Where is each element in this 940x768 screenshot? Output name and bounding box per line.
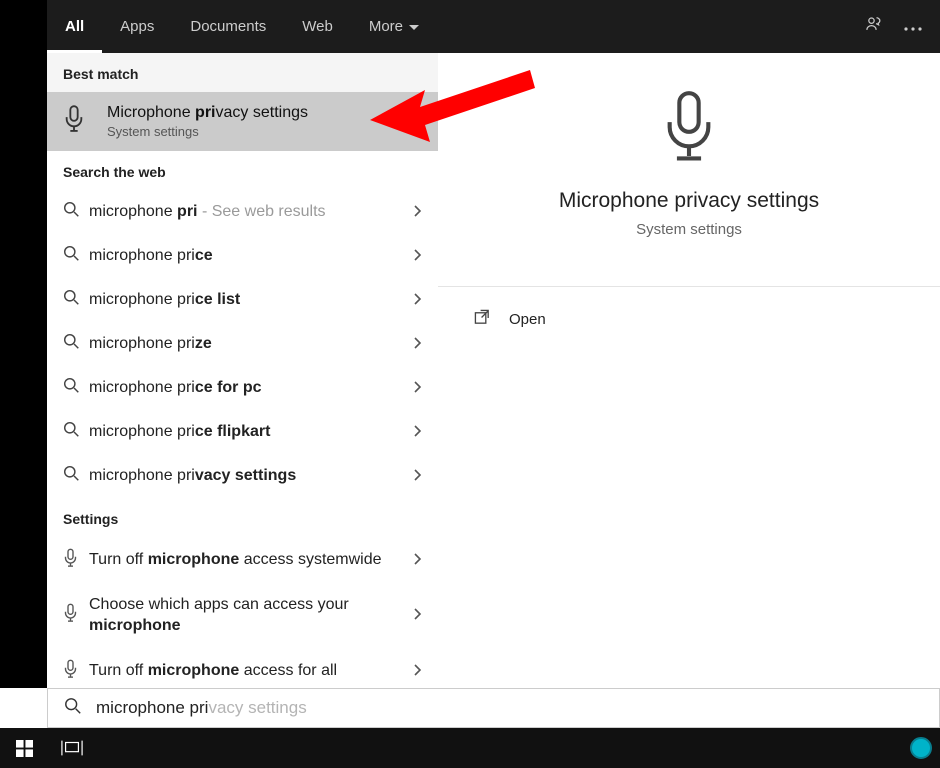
microphone-icon bbox=[660, 88, 718, 171]
search-icon bbox=[63, 377, 89, 399]
web-result-item[interactable]: microphone price bbox=[47, 234, 438, 278]
web-result-item[interactable]: microphone prize bbox=[47, 322, 438, 366]
web-result-text: microphone price for pc bbox=[89, 378, 414, 399]
preview-subtitle: System settings bbox=[438, 221, 940, 238]
chevron-right-icon bbox=[414, 425, 422, 440]
section-best-match: Best match bbox=[47, 53, 438, 92]
chevron-right-icon bbox=[414, 664, 422, 679]
search-results: Best match Microphone privacy settings S… bbox=[47, 53, 438, 688]
side-gutter bbox=[0, 0, 47, 688]
microphone-icon bbox=[63, 603, 89, 628]
result-preview: Microphone privacy settings System setti… bbox=[438, 53, 940, 688]
microphone-icon bbox=[63, 104, 89, 139]
web-result-item[interactable]: microphone price flipkart bbox=[47, 410, 438, 454]
settings-result-item[interactable]: Choose which apps can access your microp… bbox=[47, 584, 438, 648]
web-result-text: microphone price flipkart bbox=[89, 422, 414, 443]
chevron-right-icon bbox=[414, 205, 422, 220]
search-ghost-text: vacy settings bbox=[208, 698, 306, 717]
more-options-icon[interactable] bbox=[904, 18, 922, 36]
task-view-button[interactable] bbox=[48, 728, 96, 768]
search-icon bbox=[63, 201, 89, 223]
tab-all[interactable]: All bbox=[47, 0, 102, 53]
section-search-web: Search the web bbox=[47, 151, 438, 190]
web-result-item[interactable]: microphone price for pc bbox=[47, 366, 438, 410]
best-match-title: Microphone privacy settings bbox=[107, 104, 308, 122]
web-result-text: microphone price bbox=[89, 246, 414, 267]
tab-more-label: More bbox=[369, 18, 403, 35]
settings-result-text: Choose which apps can access your microp… bbox=[89, 595, 414, 637]
taskbar bbox=[0, 728, 940, 768]
chevron-right-icon bbox=[414, 337, 422, 352]
search-icon bbox=[64, 697, 82, 720]
chevron-right-icon bbox=[414, 608, 422, 623]
web-result-text: microphone price list bbox=[89, 290, 414, 311]
chevron-down-icon bbox=[409, 18, 419, 35]
microphone-icon bbox=[63, 548, 89, 573]
best-match-subtitle: System settings bbox=[107, 124, 308, 139]
chevron-right-icon bbox=[414, 293, 422, 308]
chevron-right-icon bbox=[414, 469, 422, 484]
open-icon bbox=[474, 309, 491, 330]
search-icon bbox=[63, 289, 89, 311]
tab-more[interactable]: More bbox=[351, 0, 437, 53]
chevron-right-icon bbox=[414, 249, 422, 264]
web-result-item[interactable]: microphone pri - See web results bbox=[47, 190, 438, 234]
search-icon bbox=[63, 245, 89, 267]
tab-apps[interactable]: Apps bbox=[102, 0, 172, 53]
search-icon bbox=[63, 465, 89, 487]
web-result-text: microphone prize bbox=[89, 334, 414, 355]
chevron-right-icon bbox=[414, 381, 422, 396]
settings-result-text: Turn off microphone access for all bbox=[89, 661, 414, 682]
chevron-right-icon bbox=[414, 553, 422, 568]
taskbar-tray-item[interactable] bbox=[892, 728, 940, 768]
best-match-item[interactable]: Microphone privacy settings System setti… bbox=[47, 92, 438, 151]
web-result-text: microphone pri - See web results bbox=[89, 202, 414, 223]
feedback-icon[interactable] bbox=[864, 14, 884, 39]
search-icon bbox=[63, 421, 89, 443]
section-settings: Settings bbox=[47, 498, 438, 537]
search-typed-text: microphone pri bbox=[96, 698, 208, 717]
tab-documents[interactable]: Documents bbox=[172, 0, 284, 53]
tab-web[interactable]: Web bbox=[284, 0, 351, 53]
settings-result-item[interactable]: Turn off microphone access systemwide bbox=[47, 537, 438, 584]
settings-result-text: Turn off microphone access systemwide bbox=[89, 550, 414, 571]
web-result-text: microphone privacy settings bbox=[89, 466, 414, 487]
start-button[interactable] bbox=[0, 728, 48, 768]
search-icon bbox=[63, 333, 89, 355]
preview-title: Microphone privacy settings bbox=[438, 189, 940, 213]
search-filter-tabs: All Apps Documents Web More bbox=[47, 0, 940, 53]
open-label: Open bbox=[509, 311, 546, 328]
microphone-icon bbox=[63, 659, 89, 684]
settings-result-item[interactable]: Turn off microphone access for all bbox=[47, 648, 438, 688]
web-result-item[interactable]: microphone privacy settings bbox=[47, 454, 438, 498]
open-action[interactable]: Open bbox=[438, 287, 940, 352]
search-bar[interactable]: microphone privacy settings bbox=[47, 688, 940, 728]
web-result-item[interactable]: microphone price list bbox=[47, 278, 438, 322]
